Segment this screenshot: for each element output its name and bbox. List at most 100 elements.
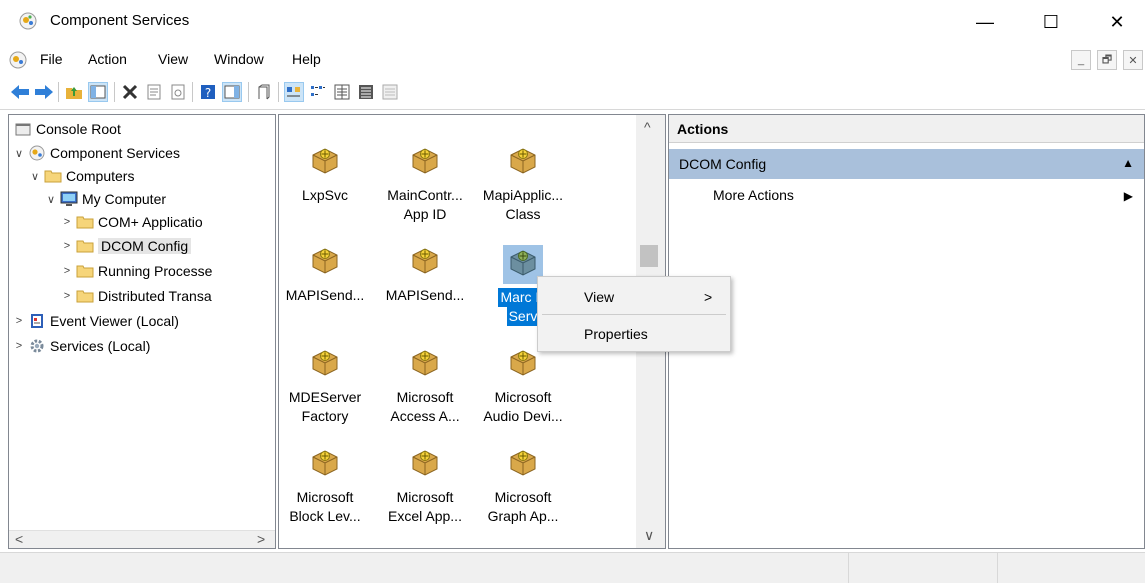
show-hide-action-pane-icon[interactable] (222, 82, 242, 102)
list-view-icon[interactable] (332, 82, 352, 102)
chevron-right-icon[interactable]: > (60, 265, 74, 277)
tree-item-label: Console Root (36, 121, 121, 137)
gear-icon (28, 338, 46, 354)
title-bar: Component Services — ☐ ✕ (0, 0, 1145, 44)
svg-text:?: ? (205, 86, 211, 100)
toolbar-separator (192, 82, 193, 102)
component-box-icon (309, 350, 341, 380)
maximize-button[interactable]: ☐ (1028, 0, 1074, 44)
menu-bar: File Action View Window Help _ 🗗 ✕ (0, 44, 1145, 76)
component-box-icon (409, 350, 441, 380)
configure-icon[interactable] (380, 82, 400, 102)
folder-icon (44, 168, 62, 184)
actions-pane: Actions DCOM Config ▲ More Actions ▶ (668, 114, 1145, 549)
scrollbar-thumb[interactable] (640, 245, 658, 267)
tree-item-running-processes[interactable]: > Running Processe (60, 260, 213, 282)
status-divider (997, 553, 998, 583)
list-item[interactable]: Microsoft Block Lev... (279, 447, 371, 526)
chevron-down-icon[interactable]: ∨ (12, 147, 26, 160)
toolbar-separator (278, 82, 279, 102)
menu-help[interactable]: Help (292, 51, 321, 67)
tree-item-dcom-config[interactable]: > DCOM Config (60, 235, 192, 257)
chevron-right-icon[interactable]: > (12, 340, 26, 352)
chevron-right-icon[interactable]: > (12, 315, 26, 327)
tree-item-distributed-transactions[interactable]: > Distributed Transa (60, 285, 212, 307)
list-item[interactable]: MAPISend... (279, 245, 371, 305)
export-icon[interactable] (168, 82, 188, 102)
close-button[interactable]: ✕ (1094, 0, 1140, 44)
tree-item-com-applications[interactable]: > COM+ Applicatio (60, 211, 203, 233)
context-menu: View > Properties (537, 276, 731, 352)
scroll-down-icon[interactable]: ∨ (644, 527, 654, 544)
menu-item-label: Properties (584, 326, 648, 342)
delete-icon[interactable] (120, 82, 140, 102)
folder-icon (76, 214, 94, 230)
tree-item-my-computer[interactable]: ∨ My Computer (44, 188, 166, 210)
list-item[interactable]: MAPISend... (379, 245, 471, 305)
tree-item-event-viewer[interactable]: > Event Viewer (Local) (12, 310, 179, 332)
back-icon[interactable] (10, 82, 30, 102)
small-icons-view-icon[interactable] (308, 82, 328, 102)
tree-item-computers[interactable]: ∨ Computers (28, 165, 135, 187)
toolbar-separator (248, 82, 249, 102)
detail-view-icon[interactable] (356, 82, 376, 102)
tree-item-label: Distributed Transa (98, 288, 212, 304)
more-actions-item[interactable]: More Actions ▶ (713, 187, 1133, 209)
mdi-close-button[interactable]: ✕ (1123, 50, 1143, 70)
chevron-right-icon[interactable]: > (60, 290, 74, 302)
list-item[interactable]: Microsoft Access A... (379, 347, 471, 426)
chevron-right-icon[interactable]: > (60, 240, 74, 252)
menu-action[interactable]: Action (88, 51, 127, 67)
mdi-minimize-button[interactable]: _ (1071, 50, 1091, 70)
list-item[interactable]: Microsoft Graph Ap... (477, 447, 569, 526)
up-folder-icon[interactable] (64, 82, 84, 102)
forward-icon[interactable] (34, 82, 54, 102)
menu-file[interactable]: File (40, 51, 63, 67)
tree-item-label: Computers (66, 168, 135, 184)
help-icon[interactable]: ? (198, 82, 218, 102)
event-viewer-icon (28, 313, 46, 329)
large-icons-view-icon[interactable] (284, 82, 304, 102)
tree-item-label: Running Processe (98, 263, 213, 279)
console-tree: Console Root ∨ Component Services ∨ Comp… (8, 114, 276, 549)
actions-section-dcom-config[interactable]: DCOM Config ▲ (669, 149, 1144, 179)
scroll-right-icon[interactable]: > (257, 531, 265, 547)
list-item[interactable]: MainContr... App ID (379, 145, 471, 224)
chevron-down-icon[interactable]: ∨ (28, 170, 42, 183)
submenu-arrow-icon: > (704, 289, 713, 305)
minimize-button[interactable]: — (962, 0, 1008, 44)
list-item[interactable]: Microsoft Excel App... (379, 447, 471, 526)
toolbar-divider (0, 109, 1145, 110)
list-item[interactable]: LxpSvc (279, 145, 371, 205)
scroll-up-icon[interactable]: ^ (644, 119, 651, 135)
component-box-icon (409, 450, 441, 480)
chevron-right-icon[interactable]: > (60, 216, 74, 228)
list-item[interactable]: Microsoft Audio Devi... (477, 347, 569, 426)
tree-item-services[interactable]: > Services (Local) (12, 335, 151, 357)
chevron-down-icon[interactable]: ∨ (44, 193, 58, 206)
tree-item-label: COM+ Applicatio (98, 214, 203, 230)
collapse-icon[interactable]: ▲ (1122, 156, 1134, 170)
component-box-icon (309, 148, 341, 178)
tree-item-component-services[interactable]: ∨ Component Services (12, 142, 180, 164)
properties-icon[interactable] (144, 82, 164, 102)
toolbar-separator (114, 82, 115, 102)
tree-horizontal-scrollbar[interactable]: < > (9, 530, 275, 548)
context-menu-view[interactable]: View > (538, 281, 730, 313)
component-box-icon (309, 450, 341, 480)
context-menu-properties[interactable]: Properties (538, 318, 730, 350)
new-window-icon[interactable] (254, 82, 274, 102)
list-item[interactable]: MDEServer Factory (279, 347, 371, 426)
menu-window[interactable]: Window (214, 51, 264, 67)
section-title: DCOM Config (679, 156, 767, 172)
scroll-left-icon[interactable]: < (15, 531, 23, 547)
list-item[interactable]: MapiApplic... Class (477, 145, 569, 224)
mdi-restore-button[interactable]: 🗗 (1097, 50, 1117, 70)
component-services-icon (28, 145, 46, 161)
menu-view[interactable]: View (158, 51, 188, 67)
tree-item-label: Component Services (50, 145, 180, 161)
component-box-icon (507, 148, 539, 178)
system-menu-icon[interactable] (8, 50, 28, 70)
show-hide-tree-icon[interactable] (88, 82, 108, 102)
tree-item-console-root[interactable]: Console Root (12, 118, 121, 140)
